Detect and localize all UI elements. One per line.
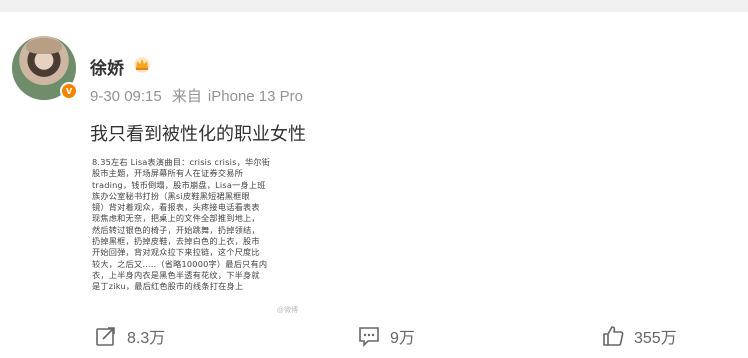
post-date[interactable]: 9-30 09:15	[90, 88, 162, 105]
image-text-line: 股市主题，开场屏幕所有人在证券交易所	[92, 168, 243, 179]
image-text-line: 然后转过银色的椅子，开始跳舞，扔掉领结，	[92, 224, 260, 235]
action-bar: 8.3万 9万 355万	[0, 312, 748, 358]
like-count: 355万	[634, 330, 677, 347]
image-text-line: 开始回弹，背对观众拉下来拉链，这个尺度比	[92, 247, 260, 258]
image-text-line: 较大，之后又…..（省略10000字）最后只有内	[92, 258, 268, 269]
comment-icon	[359, 327, 379, 347]
image-text-line: 现焦虑和无奈，把桌上的文件全部推到地上，	[92, 213, 260, 224]
author-name[interactable]: 徐娇	[90, 54, 124, 79]
image-text-line: 镜）背对着观众，看报表，头疼接电话看表表	[92, 202, 260, 213]
image-text-line: 扔掉黑框，扔掉皮鞋，去掉白色的上衣，股市	[92, 236, 260, 247]
thumbs-up-icon	[603, 326, 624, 346]
post-meta: 9-30 09:15 来自 iPhone 13 Pro	[90, 85, 309, 106]
verified-badge-icon: v	[60, 82, 78, 100]
image-text-line: trading，钱币倒塌，股市崩盘，Lisa一身上班	[92, 179, 266, 190]
post-source-prefix: 来自	[171, 88, 202, 105]
repost-count: 8.3万	[127, 330, 166, 347]
crown-icon	[134, 57, 150, 73]
image-text-line: 衣，上半身内衣是黑色半透有花纹，下半身就	[92, 269, 260, 280]
post-device: iPhone 13 Pro	[207, 88, 303, 105]
repost-icon	[96, 327, 115, 346]
post-image[interactable]: 8.35左右 Lisa表演曲目：crisis crisis，华尔街 股市主题，开…	[92, 157, 310, 317]
image-text-line: 8.35左右 Lisa表演曲目：crisis crisis，华尔街	[92, 157, 271, 167]
comment-button[interactable]: 9万	[358, 324, 415, 348]
image-text-line: 族办公室秘书打扮（黑si皮鞋黑短裙黑框眼	[92, 190, 250, 201]
comment-count: 9万	[390, 330, 415, 347]
weibo-post-card: v 徐娇 9-30 09:15 来自 iPhone 13 Pro 我只看到被性化的…	[0, 12, 748, 358]
post-text: 我只看到被性化的职业女性	[90, 124, 306, 144]
like-button[interactable]: 355万	[602, 324, 677, 348]
image-text-line: 是丁ziku，最后红色股市的线条打在身上	[92, 281, 244, 292]
repost-button[interactable]: 8.3万	[95, 324, 165, 348]
